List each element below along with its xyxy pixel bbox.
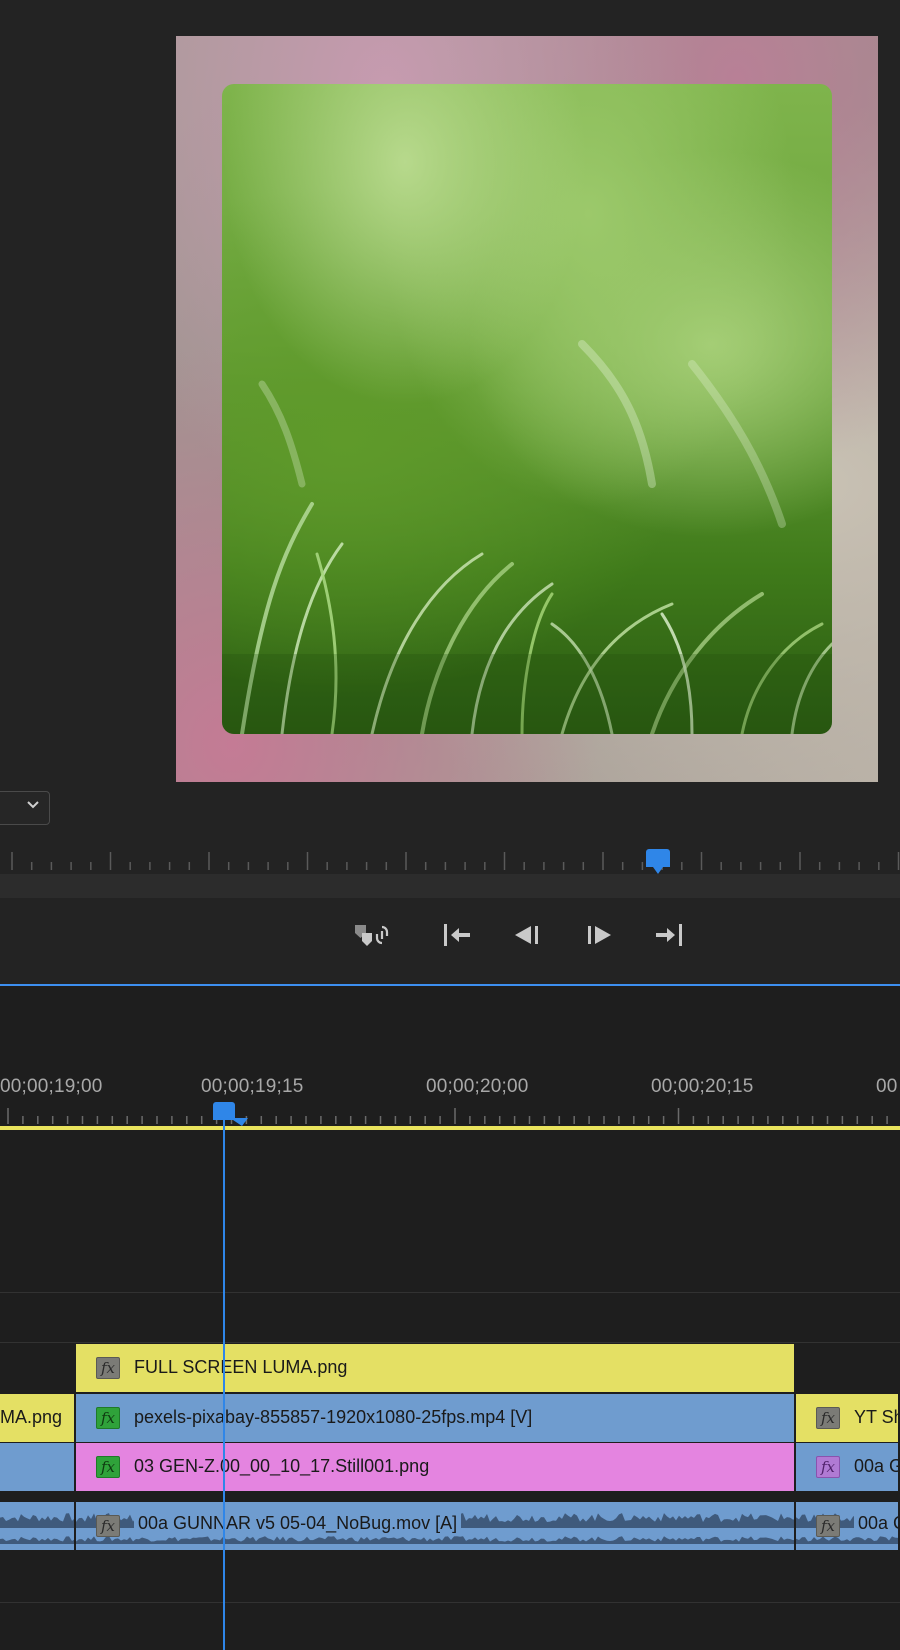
track-divider (0, 1342, 900, 1343)
in-point-marker-icon (230, 1118, 248, 1126)
add-marker-button[interactable] (353, 918, 391, 952)
clip-00a-g-video[interactable]: fx 00a G (796, 1443, 900, 1491)
clip-label: pexels-pixabay-855857-1920x1080-25fps.mp… (134, 1407, 533, 1427)
audio-waveform (0, 1513, 74, 1544)
waveform-channel-right (796, 1536, 898, 1544)
playhead-line[interactable] (223, 1118, 225, 1650)
clip-label: MA.png (0, 1407, 63, 1427)
program-video-frame[interactable] (176, 36, 878, 782)
audio-clip-left[interactable] (0, 1502, 76, 1550)
monitor-scroll-bar[interactable] (0, 874, 900, 898)
monitor-time-ruler[interactable] (0, 836, 900, 876)
clip-label: 03 GEN-Z.00_00_10_17.Still001.png (134, 1456, 430, 1476)
timecode-label: 00;00;19;00 (0, 1076, 103, 1097)
clip-label: 00a GUNNAR v5 05-04_NoBug.mov [A] (134, 1513, 462, 1534)
fx-badge-icon[interactable]: fx (96, 1515, 120, 1537)
clip-yt-sh[interactable]: fx YT Sh (796, 1394, 900, 1442)
marker-link-icon (352, 919, 392, 951)
timecode-label: 00;00;20;00 (426, 1076, 529, 1097)
go-to-in-button[interactable] (438, 918, 476, 952)
clip-full-screen-luma[interactable]: fx FULL SCREEN LUMA.png (76, 1344, 796, 1392)
fx-badge-icon[interactable]: fx (96, 1357, 120, 1379)
fx-badge-icon[interactable]: fx (96, 1407, 120, 1429)
clip-luma-png[interactable]: MA.png (0, 1394, 76, 1442)
chevron-down-icon (26, 798, 40, 815)
timeline-time-ruler[interactable] (0, 1100, 900, 1126)
fx-badge-icon[interactable]: fx (816, 1407, 840, 1429)
grass-blades-graphic (222, 340, 832, 734)
go-to-out-icon (653, 921, 685, 949)
go-to-in-icon (441, 921, 473, 949)
audio-clip-00a-g[interactable]: fx 00a G (796, 1502, 900, 1550)
fx-badge-icon[interactable]: fx (96, 1456, 120, 1478)
waveform-channel-right (0, 1536, 74, 1544)
track-divider (0, 1602, 900, 1603)
timecode-label: 00;00;20;15 (651, 1076, 754, 1097)
go-to-out-button[interactable] (650, 918, 688, 952)
step-back-icon (511, 921, 543, 949)
clip-label: FULL SCREEN LUMA.png (134, 1357, 348, 1377)
track-divider (0, 1292, 900, 1293)
clip-label: YT Sh (854, 1407, 900, 1427)
clip-pexels-video[interactable]: fx pexels-pixabay-855857-1920x1080-25fps… (76, 1394, 796, 1442)
timecode-label: 00 (876, 1076, 898, 1097)
clip-label: 00a G (854, 1456, 900, 1476)
fx-badge-icon[interactable]: fx (816, 1456, 840, 1478)
work-area-bar[interactable] (0, 1126, 900, 1130)
clip-label: 00a G (854, 1513, 898, 1534)
clip-gen-z-still[interactable]: fx 03 GEN-Z.00_00_10_17.Still001.png (76, 1443, 796, 1491)
step-back-button[interactable] (508, 918, 546, 952)
waveform-channel-right (76, 1536, 794, 1544)
step-forward-button[interactable] (580, 918, 618, 952)
audio-clip-gunnar[interactable]: fx 00a GUNNAR v5 05-04_NoBug.mov [A] (76, 1502, 796, 1550)
fx-badge-icon[interactable]: fx (816, 1515, 840, 1537)
monitor-playhead[interactable] (646, 849, 670, 874)
format-dropdown[interactable] (0, 791, 50, 825)
step-forward-icon (583, 921, 615, 949)
waveform-channel-left (0, 1513, 74, 1526)
clip-video-left[interactable] (0, 1443, 76, 1491)
waveform-centerline (0, 1526, 74, 1528)
grass-video-image (222, 84, 832, 734)
timecode-label: 00;00;19;15 (201, 1076, 304, 1097)
